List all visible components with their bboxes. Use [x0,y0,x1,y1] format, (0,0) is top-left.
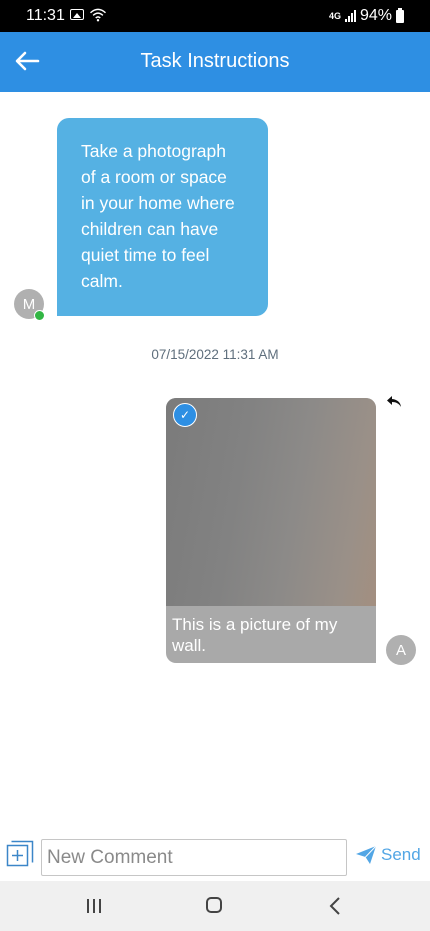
received-message-text: Take a photograph of a room or space in … [81,141,235,291]
home-icon[interactable] [206,897,222,913]
back-icon[interactable] [329,896,341,916]
battery-percent: 94% [359,7,392,24]
network-label: 4G [328,10,341,21]
message-timestamp: 07/15/2022 11:31 AM [151,347,279,362]
comment-composer: Send [0,836,430,880]
status-right: 4G 94% [329,7,404,25]
system-nav-bar [0,881,430,931]
app-bar: Task Instructions [0,32,430,92]
recents-icon[interactable] [85,898,103,914]
signal-icon [344,10,356,22]
online-status-dot [34,310,45,321]
received-message-bubble: Take a photograph of a room or space in … [57,118,268,316]
wifi-icon [89,8,107,22]
avatar: A [386,635,416,665]
send-label: Send [381,845,421,864]
add-attachment-icon[interactable] [6,840,34,868]
reply-icon[interactable] [386,395,402,409]
selected-check-icon[interactable]: ✓ [173,403,197,427]
comment-input[interactable] [41,839,347,876]
photo-caption: This is a picture of my wall. [172,615,338,655]
send-icon [356,845,377,864]
sent-photo-message[interactable]: This is a picture of my wall. [166,398,376,663]
battery-icon [396,7,404,23]
status-bar: 11:31 4G 94% [0,0,430,32]
send-button[interactable]: Send [355,845,421,865]
page-title: Task Instructions [140,50,290,72]
gallery-icon [70,9,84,20]
attached-photo[interactable] [166,398,376,606]
status-time: 11:31 [26,7,65,24]
